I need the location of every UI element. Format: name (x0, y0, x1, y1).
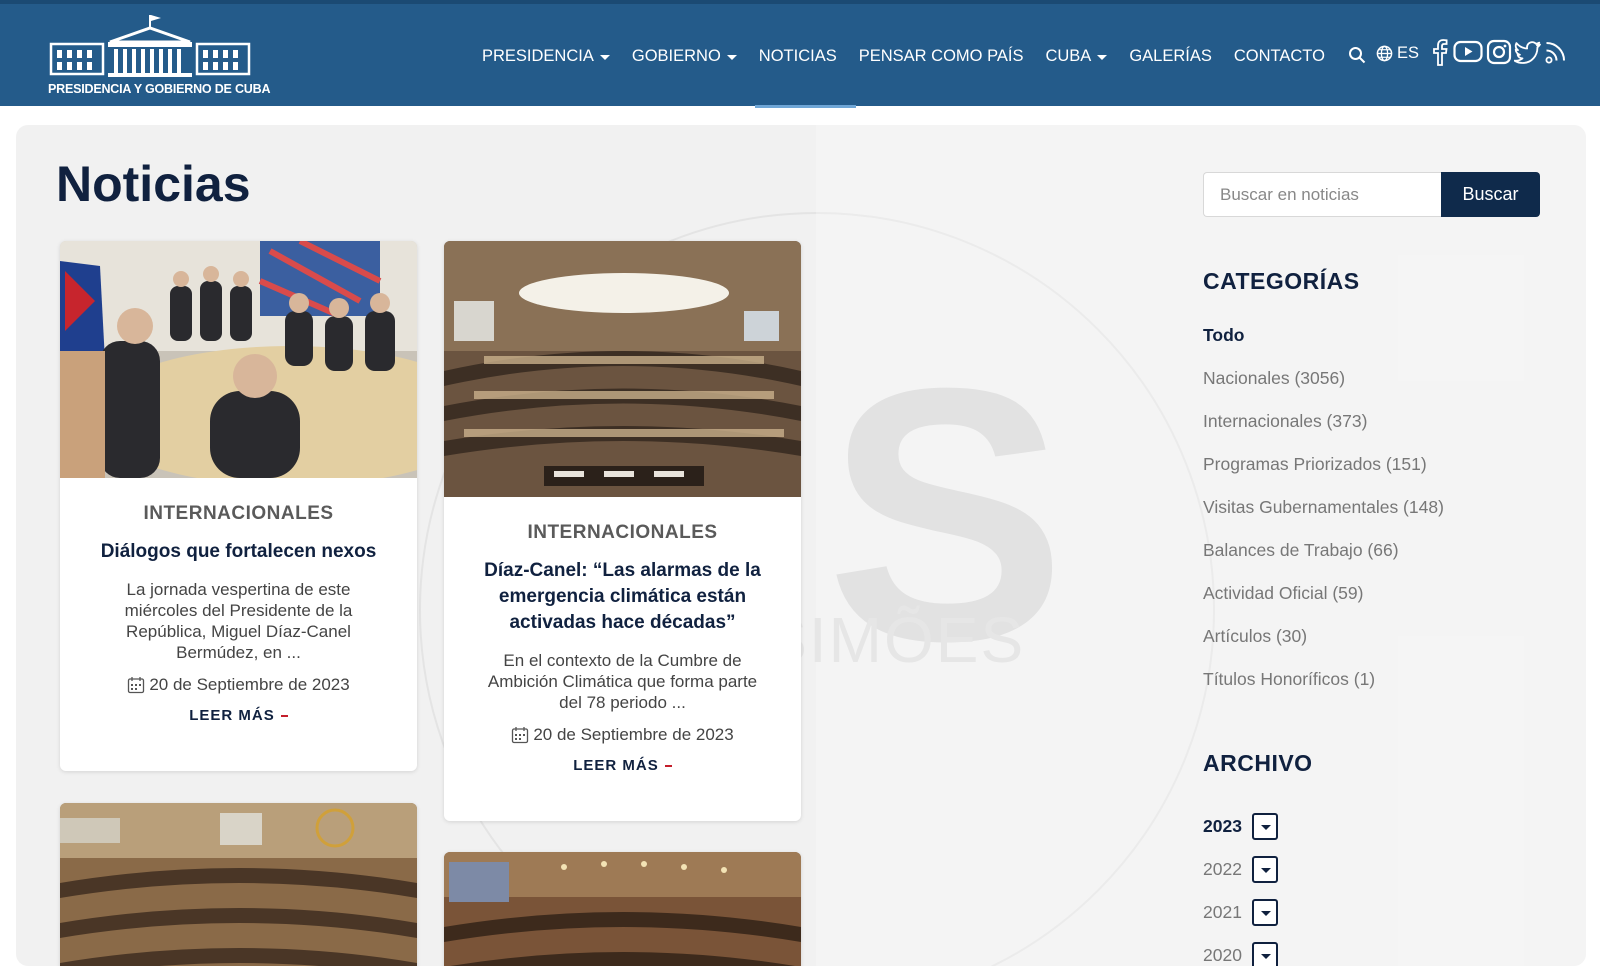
category-item[interactable]: Programas Priorizados (151) (1203, 454, 1444, 497)
nav-galerias[interactable]: GALERÍAS (1129, 47, 1212, 66)
year-label[interactable]: 2021 (1203, 902, 1242, 923)
logo-text: PRESIDENCIA Y GOBIERNO DE CUBA (48, 82, 271, 96)
twitter-icon[interactable] (1514, 38, 1542, 66)
card-excerpt: La jornada vespertina de este miércoles … (124, 580, 353, 662)
category-item[interactable]: Visitas Gubernamentales (148) (1203, 497, 1444, 540)
category-list: Todo Nacionales (3056) Internacionales (… (1203, 325, 1444, 712)
archive-year[interactable]: 2020 (1203, 934, 1278, 966)
nav-label: GALERÍAS (1129, 46, 1212, 65)
watermark-name-right: SIMÕES (764, 604, 1026, 676)
archive-year[interactable]: 2021 (1203, 891, 1278, 934)
categories-heading: CATEGORÍAS (1203, 268, 1360, 294)
calendar-icon (512, 727, 529, 744)
language-label: ES (1397, 44, 1420, 62)
category-item[interactable]: Internacionales (373) (1203, 411, 1444, 454)
facebook-icon[interactable] (1432, 38, 1448, 66)
card-date: 20 de Septiembre de 2023 (444, 725, 801, 745)
page-title: Noticias (56, 156, 251, 212)
card-category[interactable]: INTERNACIONALES (60, 503, 417, 525)
caret-down-icon (1097, 54, 1108, 60)
card-date: 20 de Septiembre de 2023 (60, 675, 417, 695)
year-label[interactable]: 2023 (1203, 816, 1242, 837)
assembly-photo[interactable] (444, 852, 801, 966)
nav-label: PRESIDENCIA (482, 46, 594, 65)
card-excerpt: En el contexto de la Cumbre de Ambición … (487, 651, 758, 712)
caret-down-icon (726, 54, 737, 60)
read-more-link[interactable]: LEER MÁS (573, 757, 672, 774)
category-item[interactable]: Actividad Oficial (59) (1203, 583, 1444, 626)
nav-label: GOBIERNO (631, 46, 721, 65)
content-panel: S DANIELSIMÕES Noticias (16, 125, 1586, 966)
chevron-down-icon[interactable] (1251, 899, 1278, 926)
read-more-dash (280, 715, 288, 718)
watermark-shade (816, 125, 1586, 966)
card-body: INTERNACIONALES Diálogos que fortalecen … (60, 503, 417, 724)
nav-cuba[interactable]: CUBA (1045, 46, 1108, 66)
language-selector[interactable]: ES (1376, 44, 1419, 63)
category-item[interactable]: Artículos (30) (1203, 626, 1444, 669)
search-button[interactable]: Buscar (1441, 172, 1540, 217)
nav-noticias[interactable]: NOTICIAS (759, 47, 837, 66)
youtube-icon[interactable] (1453, 38, 1483, 66)
archive-year[interactable]: 2022 (1203, 848, 1278, 891)
card-date-text: 20 de Septiembre de 2023 (533, 725, 734, 744)
news-search-input[interactable] (1203, 172, 1441, 217)
news-card[interactable] (60, 803, 417, 966)
read-more-dash (664, 765, 672, 768)
card-date-text: 20 de Septiembre de 2023 (149, 675, 350, 694)
nav-label: CUBA (1045, 46, 1092, 65)
archive-year[interactable]: 2023 (1203, 805, 1278, 848)
category-item[interactable]: Balances de Trabajo (66) (1203, 540, 1444, 583)
card-title[interactable]: Diálogos que fortalecen nexos (60, 539, 417, 565)
read-more-label: LEER MÁS (573, 757, 659, 774)
news-card[interactable]: INTERNACIONALES Diálogos que fortalecen … (60, 241, 417, 771)
nav-gobierno[interactable]: GOBIERNO (632, 47, 737, 66)
palace-logo-icon (49, 15, 251, 77)
meeting-photo[interactable] (60, 241, 417, 478)
main-nav: PRESIDENCIA GOBIERNO NOTICIAS PENSAR COM… (482, 44, 1347, 68)
chevron-down-icon[interactable] (1251, 813, 1278, 840)
globe-icon (1376, 45, 1393, 62)
assembly-photo[interactable] (60, 803, 417, 966)
read-more-label: LEER MÁS (189, 707, 275, 724)
nav-label: CONTACTO (1233, 46, 1325, 65)
category-item[interactable]: Nacionales (3056) (1203, 368, 1444, 411)
calendar-icon (128, 677, 145, 694)
nav-pensar-como-pais[interactable]: PENSAR COMO PAÍS (859, 47, 1024, 66)
rss-icon[interactable] (1544, 38, 1568, 66)
chevron-down-icon[interactable] (1251, 942, 1278, 966)
nav-label: NOTICIAS (758, 46, 837, 65)
year-label[interactable]: 2022 (1203, 859, 1242, 880)
assembly-photo[interactable] (444, 241, 801, 497)
card-body: INTERNACIONALES Díaz-Canel: “Las alarmas… (444, 522, 801, 774)
archive-heading: ARCHIVO (1203, 750, 1313, 776)
chevron-down-icon[interactable] (1251, 856, 1278, 883)
watermark-letter: S (826, 314, 1067, 716)
category-item[interactable]: Títulos Honoríficos (1) (1203, 669, 1444, 712)
search-icon[interactable] (1348, 46, 1366, 64)
nav-label: PENSAR COMO PAÍS (858, 46, 1024, 65)
instagram-icon[interactable] (1486, 38, 1512, 66)
news-card[interactable]: INTERNACIONALES Díaz-Canel: “Las alarmas… (444, 241, 801, 821)
news-card[interactable] (444, 852, 801, 966)
site-header: PRESIDENCIA Y GOBIERNO DE CUBA PRESIDENC… (0, 0, 1600, 108)
card-title[interactable]: Díaz-Canel: “Las alarmas de la emergenci… (444, 558, 801, 636)
site-logo[interactable]: PRESIDENCIA Y GOBIERNO DE CUBA (48, 12, 271, 98)
card-category[interactable]: INTERNACIONALES (444, 522, 801, 544)
category-item[interactable]: Todo (1203, 325, 1444, 368)
archive-year-list: 2023 2022 2021 2020 (1203, 805, 1278, 966)
caret-down-icon (599, 54, 610, 60)
nav-presidencia[interactable]: PRESIDENCIA (482, 47, 610, 66)
read-more-link[interactable]: LEER MÁS (189, 707, 288, 724)
nav-contacto[interactable]: CONTACTO (1234, 47, 1325, 66)
year-label[interactable]: 2020 (1203, 945, 1242, 966)
active-nav-indicator (755, 105, 856, 108)
